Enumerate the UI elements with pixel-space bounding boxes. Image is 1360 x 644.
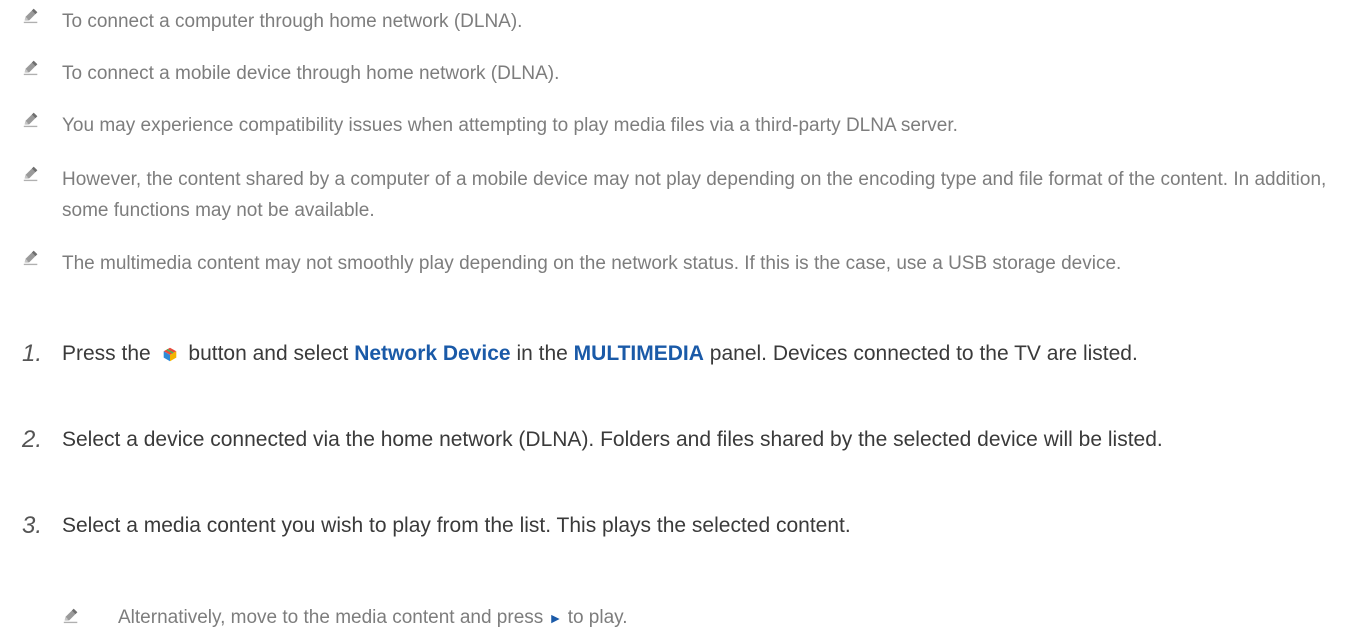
step-text: Press the button and select Network Devi… — [62, 336, 1340, 372]
sub-note-text-part: to play. — [567, 607, 628, 628]
step-number: 2. — [22, 426, 43, 453]
play-icon: ► — [548, 610, 563, 626]
multimedia-label: MULTIMEDIA — [573, 342, 704, 365]
step-text: Select a media content you wish to play … — [62, 514, 851, 537]
network-device-label: Network Device — [354, 342, 511, 365]
pencil-icon — [22, 110, 40, 128]
pencil-icon — [22, 58, 40, 76]
step-text-part: in the — [516, 342, 568, 365]
step-number: 1. — [22, 340, 43, 367]
note-text: To connect a computer through home netwo… — [62, 11, 523, 32]
step-number: 3. — [22, 512, 43, 539]
pencil-icon — [22, 6, 40, 24]
sub-note-text-part: Alternatively, move to the media content… — [118, 607, 544, 628]
step-text-part: panel. Devices connected to the TV are l… — [709, 342, 1138, 365]
step-text: Select a device connected via the home n… — [62, 428, 1163, 451]
step-text-part: Press the — [62, 342, 151, 365]
note-text: However, the content shared by a compute… — [62, 169, 1327, 221]
pencil-icon — [62, 606, 80, 624]
sub-note-text: Alternatively, move to the media content… — [118, 604, 1340, 632]
smart-hub-icon — [163, 347, 176, 362]
note-text: You may experience compatibility issues … — [62, 115, 958, 136]
note-text: To connect a mobile device through home … — [62, 63, 560, 84]
note-text: The multimedia content may not smoothly … — [62, 253, 1122, 274]
step-text-part: button and select — [188, 342, 349, 365]
pencil-icon — [22, 248, 40, 266]
pencil-icon — [22, 164, 40, 182]
